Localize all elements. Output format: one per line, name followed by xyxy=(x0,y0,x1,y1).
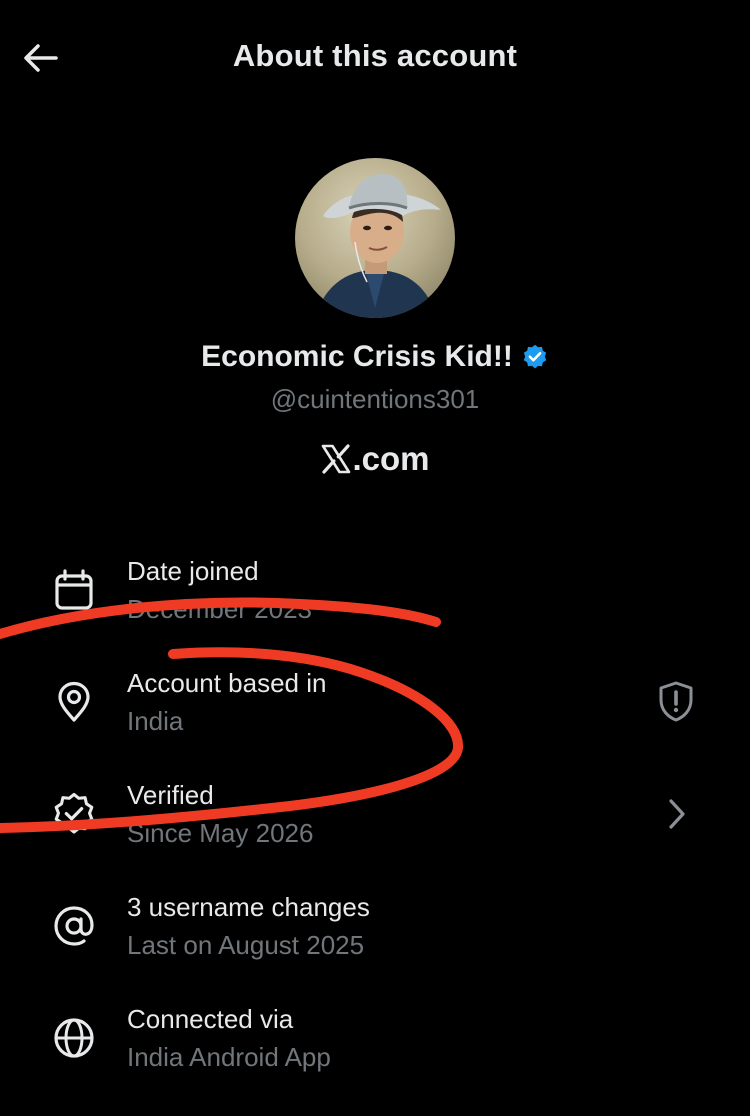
avatar-image xyxy=(295,158,455,318)
row-title: 3 username changes xyxy=(127,892,370,922)
row-title: Connected via xyxy=(127,1004,294,1034)
avatar[interactable] xyxy=(295,158,455,318)
account-handle: @cuintentions301 xyxy=(270,384,480,414)
calendar-icon xyxy=(48,564,100,616)
verified-badge-icon xyxy=(48,788,100,840)
at-sign-icon xyxy=(48,900,100,952)
verified-badge-icon xyxy=(523,344,547,369)
globe-icon xyxy=(48,1012,100,1064)
row-title: Date joined xyxy=(127,556,259,586)
xcom-link[interactable]: .com xyxy=(0,440,750,478)
row-subtitle: December 2023 xyxy=(127,594,312,624)
row-title: Account based in xyxy=(127,668,327,698)
row-verified[interactable]: Verified Since May 2026 xyxy=(0,774,750,874)
x-logo-icon xyxy=(322,444,351,474)
row-subtitle: Last on August 2025 xyxy=(127,930,365,960)
location-pin-icon xyxy=(48,676,100,728)
chevron-right-icon[interactable] xyxy=(650,788,702,840)
row-account-based-in: Account based in India xyxy=(0,662,750,762)
display-name: Economic Crisis Kid!! xyxy=(201,340,513,373)
row-subtitle: India Android App xyxy=(127,1042,331,1072)
row-username-changes: 3 username changes Last on August 2025 xyxy=(0,886,750,986)
row-title: Verified xyxy=(127,780,214,810)
display-name-row: Economic Crisis Kid!! xyxy=(0,340,750,374)
header-bar: About this account xyxy=(0,0,750,118)
row-subtitle: India xyxy=(127,706,184,736)
page-title: About this account xyxy=(232,38,518,73)
row-subtitle: Since May 2026 xyxy=(127,818,314,848)
xcom-label: .com xyxy=(352,440,430,477)
shield-alert-icon[interactable] xyxy=(650,676,702,728)
row-date-joined: Date joined December 2023 xyxy=(0,550,750,650)
row-connected-via: Connected via India Android App xyxy=(0,998,750,1098)
